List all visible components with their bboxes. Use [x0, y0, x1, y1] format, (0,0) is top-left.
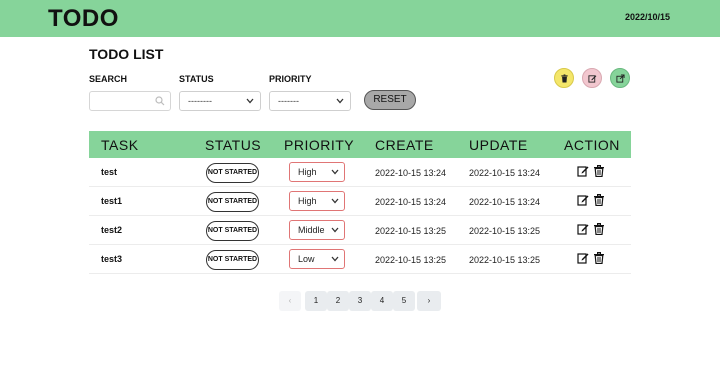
search-icon	[155, 96, 165, 106]
edit-icon	[587, 74, 596, 83]
chevron-down-icon	[246, 98, 254, 104]
status-label: STATUS	[179, 74, 214, 84]
edit-button[interactable]	[582, 68, 602, 88]
external-link-icon	[615, 73, 625, 83]
priority-select[interactable]: Middle	[289, 220, 345, 240]
pagination-page-5[interactable]: 5	[393, 291, 415, 311]
edit-icon[interactable]	[577, 165, 589, 177]
status-badge: NOT STARTED	[206, 221, 259, 241]
edit-icon[interactable]	[577, 194, 589, 206]
column-priority: PRIORITY	[284, 137, 355, 153]
created-date: 2022-10-15 13:25	[375, 255, 447, 265]
created-date: 2022-10-15 13:24	[375, 168, 447, 178]
task-name: test3	[101, 254, 123, 264]
task-name: test	[101, 167, 118, 177]
search-input[interactable]	[90, 93, 150, 111]
chevron-down-icon	[331, 227, 339, 233]
priority-select[interactable]: High	[289, 191, 345, 211]
delete-all-button[interactable]	[554, 68, 574, 88]
priority-value: Low	[298, 254, 315, 264]
updated-date: 2022-10-15 13:25	[469, 226, 541, 236]
priority-select[interactable]: -------	[269, 91, 351, 111]
page-title: TODO LIST	[89, 46, 164, 62]
updated-date: 2022-10-15 13:25	[469, 255, 541, 265]
table-row: test3 NOT STARTED Low 2022-10-15 13:25 2…	[89, 245, 631, 274]
trash-icon[interactable]	[593, 165, 605, 177]
reset-button[interactable]: RESET	[364, 90, 416, 110]
header-date: 2022/10/15	[624, 12, 670, 22]
table-row: test2 NOT STARTED Middle 2022-10-15 13:2…	[89, 216, 631, 245]
status-badge: NOT STARTED	[206, 250, 259, 270]
chevron-down-icon	[331, 198, 339, 204]
search-label: SEARCH	[89, 74, 128, 84]
priority-label: PRIORITY	[269, 74, 312, 84]
task-name: test2	[101, 225, 123, 235]
column-status: STATUS	[205, 137, 262, 153]
trash-icon[interactable]	[593, 194, 605, 206]
task-name: test1	[101, 196, 123, 206]
pagination-prev[interactable]: ‹	[279, 291, 301, 311]
status-badge: NOT STARTED	[206, 192, 259, 212]
priority-select-value: -------	[278, 96, 299, 106]
trash-icon[interactable]	[593, 252, 605, 264]
created-date: 2022-10-15 13:24	[375, 197, 447, 207]
updated-date: 2022-10-15 13:24	[469, 168, 541, 178]
edit-icon[interactable]	[577, 252, 589, 264]
column-action: ACTION	[564, 137, 620, 153]
pagination-page-3[interactable]: 3	[349, 291, 371, 311]
top-bar: TODO 2022/10/15	[0, 0, 720, 37]
search-field	[89, 91, 171, 111]
table-row: test NOT STARTED High 2022-10-15 13:24 2…	[89, 158, 631, 187]
edit-icon[interactable]	[577, 223, 589, 235]
table-row: test1 NOT STARTED High 2022-10-15 13:24 …	[89, 187, 631, 216]
pagination-page-4[interactable]: 4	[371, 291, 393, 311]
created-date: 2022-10-15 13:25	[375, 226, 447, 236]
priority-value: Middle	[298, 225, 325, 235]
pagination-page-1[interactable]: 1	[305, 291, 327, 311]
column-update: UPDATE	[469, 137, 528, 153]
status-select-value: --------	[188, 96, 212, 106]
pagination-next[interactable]: ›	[417, 291, 441, 311]
column-task: TASK	[101, 137, 139, 153]
status-select[interactable]: --------	[179, 91, 261, 111]
chevron-down-icon	[336, 98, 344, 104]
priority-value: High	[298, 167, 317, 177]
trash-icon	[560, 73, 568, 83]
updated-date: 2022-10-15 13:24	[469, 197, 541, 207]
trash-icon[interactable]	[593, 223, 605, 235]
pagination-page-2[interactable]: 2	[327, 291, 349, 311]
column-create: CREATE	[375, 137, 434, 153]
app-logo[interactable]: TODO	[48, 5, 119, 33]
status-badge: NOT STARTED	[206, 163, 259, 183]
table-header: TASK STATUS PRIORITY CREATE UPDATE ACTIO…	[89, 131, 631, 158]
chevron-down-icon	[331, 256, 339, 262]
chevron-down-icon	[331, 169, 339, 175]
open-external-button[interactable]	[610, 68, 630, 88]
priority-select[interactable]: High	[289, 162, 345, 182]
priority-value: High	[298, 196, 317, 206]
priority-select[interactable]: Low	[289, 249, 345, 269]
